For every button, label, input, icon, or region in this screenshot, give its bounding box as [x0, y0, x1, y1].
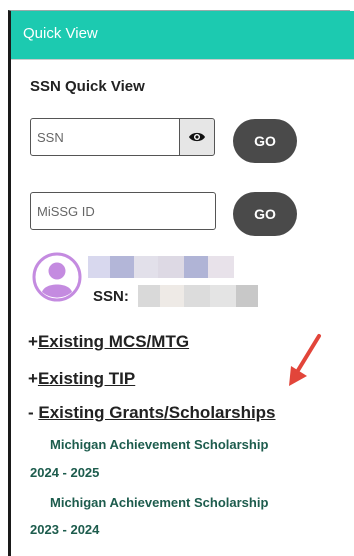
existing-grants-scholarships-toggle[interactable]: - Existing Grants/Scholarships: [28, 403, 276, 423]
expand-icon: +: [28, 369, 38, 388]
avatar-icon: [32, 252, 82, 302]
grant-name[interactable]: Michigan Achievement Scholarship: [50, 495, 268, 510]
expand-icon: +: [28, 332, 38, 351]
ssn-label: SSN:: [93, 288, 129, 305]
ssn-input[interactable]: [30, 118, 180, 156]
section-label: Existing TIP: [37, 369, 136, 388]
missg-go-button[interactable]: GO: [233, 192, 297, 236]
show-ssn-toggle-button[interactable]: [179, 118, 215, 156]
grant-name[interactable]: Michigan Achievement Scholarship: [50, 437, 268, 452]
collapse-icon: -: [28, 403, 39, 422]
missg-id-input[interactable]: [30, 192, 216, 230]
existing-mcs-mtg-toggle[interactable]: +Existing MCS/MTG: [28, 332, 189, 352]
annotation-arrow-icon: [289, 334, 321, 386]
ssn-quick-view-title: SSN Quick View: [30, 78, 145, 95]
existing-tip-toggle[interactable]: +Existing TIP: [28, 369, 135, 389]
divider: [11, 59, 354, 60]
quick-view-header: Quick View: [11, 11, 354, 59]
section-label: Existing Grants/Scholarships: [38, 403, 276, 422]
grant-years: 2023 - 2024: [30, 522, 100, 537]
grant-years: 2024 - 2025: [30, 465, 100, 480]
header-title: Quick View: [23, 25, 98, 42]
ssn-go-button[interactable]: GO: [233, 119, 297, 163]
eye-icon: [189, 132, 205, 142]
section-label: Existing MCS/MTG: [37, 332, 190, 351]
